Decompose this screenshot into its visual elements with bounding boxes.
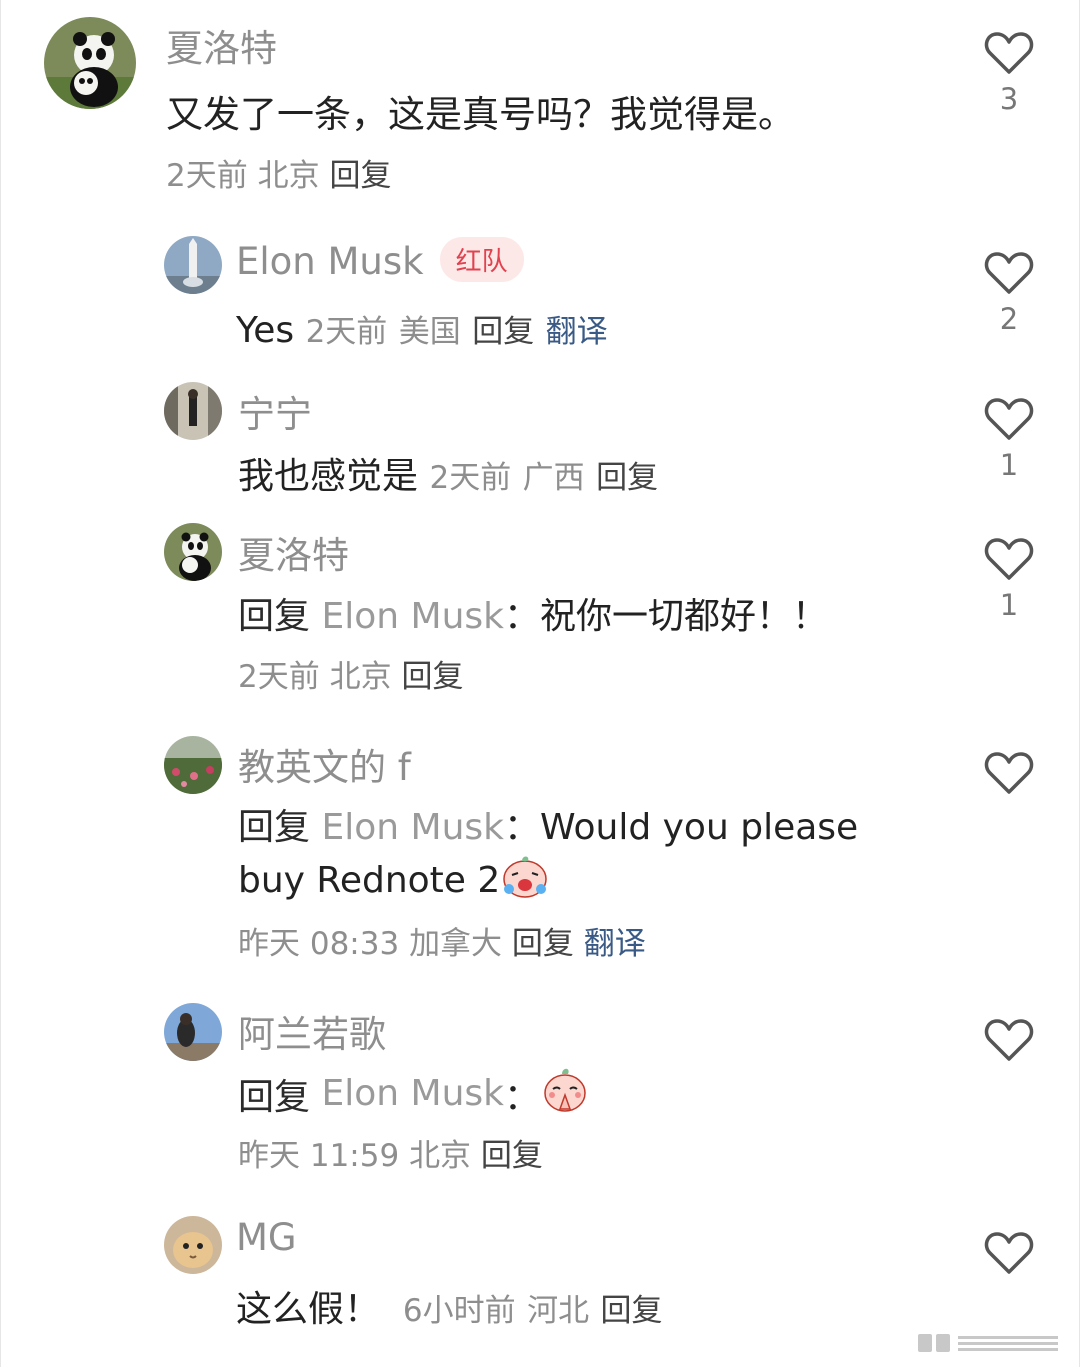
reply-text: 这么假！ bbox=[236, 1289, 381, 1330]
reply-button[interactable]: 回复 bbox=[472, 306, 534, 351]
heart-icon bbox=[984, 538, 1034, 580]
reply-button[interactable]: 回复 bbox=[601, 1285, 663, 1330]
reply-username[interactable]: 阿兰若歌 bbox=[238, 1004, 386, 1058]
rocket-avatar-icon[interactable] bbox=[164, 236, 222, 294]
reply-button[interactable]: 回复 bbox=[596, 452, 658, 497]
comment-username[interactable]: 夏洛特 bbox=[166, 18, 277, 72]
comment-time: 2天前 bbox=[166, 158, 248, 194]
reply-colon: ： bbox=[503, 807, 540, 848]
team-badge: 红队 bbox=[439, 237, 524, 282]
reply-username[interactable]: Elon Musk bbox=[236, 240, 424, 283]
reply-location: 美国 bbox=[398, 314, 461, 350]
reply-username[interactable]: MG bbox=[236, 1216, 297, 1259]
reply-username[interactable]: 宁宁 bbox=[238, 384, 312, 438]
cat-avatar-icon[interactable] bbox=[164, 1216, 222, 1274]
photo-avatar-icon[interactable] bbox=[164, 382, 222, 440]
reply-header: Elon Musk 红队 bbox=[236, 237, 524, 286]
reply-text-line: 回复 Elon Musk ： Would you please bbox=[238, 798, 858, 850]
reply-text: 我也感觉是 bbox=[238, 456, 419, 497]
panda-avatar-icon[interactable] bbox=[44, 17, 136, 109]
crying-emoji-icon bbox=[500, 853, 550, 908]
reply-button[interactable]: 回复 bbox=[512, 918, 574, 963]
comment-text-line: 又发了一条，这是真号吗？我觉得是。 bbox=[166, 84, 795, 138]
reply-text-line-2: buy Rednote 2 bbox=[238, 853, 550, 908]
heart-icon bbox=[984, 1232, 1034, 1274]
left-border bbox=[0, 0, 1, 1367]
comment-meta: 2天前 北京 回复 bbox=[166, 150, 391, 195]
reply-button[interactable]: 回复 bbox=[401, 651, 463, 696]
watermark-logo bbox=[918, 1330, 1068, 1360]
reply-colon: ： bbox=[503, 596, 540, 637]
heart-icon bbox=[984, 32, 1034, 74]
reply-time: 昨天 11:59 bbox=[238, 1138, 400, 1174]
reply-time: 昨天 08:33 bbox=[238, 926, 400, 962]
reply-text: Yes bbox=[236, 310, 295, 351]
reply-prefix: 回复 bbox=[238, 596, 311, 637]
reply-location: 北京 bbox=[409, 1138, 472, 1174]
reply-button[interactable]: 回复 bbox=[329, 150, 391, 195]
reply-time: 2天前 bbox=[429, 460, 512, 496]
reply-text-line: 我也感觉是 2天前 广西 回复 bbox=[238, 447, 658, 499]
garden-avatar-icon[interactable] bbox=[164, 736, 222, 794]
reply-text-line: 回复 Elon Musk ： 祝你一切都好！！ bbox=[238, 587, 828, 639]
reply-text-line: 这么假！ 6小时前 河北 回复 bbox=[236, 1280, 663, 1332]
like-button[interactable] bbox=[984, 750, 1034, 796]
comment-location: 北京 bbox=[257, 158, 320, 194]
sky-avatar-icon[interactable] bbox=[164, 1003, 222, 1061]
reply-text-continued: buy Rednote 2 bbox=[238, 860, 501, 901]
reply-location: 北京 bbox=[329, 659, 392, 695]
reply-prefix: 回复 bbox=[238, 807, 311, 848]
like-count: 1 bbox=[999, 588, 1019, 622]
reply-text: 祝你一切都好！！ bbox=[540, 596, 829, 637]
heart-icon bbox=[984, 752, 1034, 794]
reply-target-user[interactable]: Elon Musk bbox=[321, 1073, 504, 1114]
reply-time: 2天前 bbox=[238, 659, 320, 695]
translate-button[interactable]: 翻译 bbox=[546, 306, 608, 351]
translate-button[interactable]: 翻译 bbox=[584, 918, 646, 963]
reply-meta: 2天前 北京 回复 bbox=[238, 651, 463, 696]
like-count: 3 bbox=[999, 82, 1019, 116]
reply-text-line: Yes 2天前 美国 回复 翻译 bbox=[236, 306, 608, 351]
like-count: 1 bbox=[999, 448, 1019, 482]
comment-text: 又发了一条，这是真号吗？我觉得是。 bbox=[166, 93, 795, 136]
reply-text-line: 回复 Elon Musk ： bbox=[238, 1065, 590, 1122]
like-button[interactable]: 1 bbox=[984, 396, 1034, 482]
reply-meta: 昨天 08:33 加拿大 回复 翻译 bbox=[238, 918, 646, 963]
reply-time: 2天前 bbox=[305, 314, 388, 350]
heart-icon bbox=[984, 398, 1034, 440]
reply-location: 加拿大 bbox=[409, 926, 503, 962]
like-button[interactable]: 1 bbox=[984, 536, 1034, 622]
reply-time: 6小时前 bbox=[402, 1293, 516, 1329]
reply-text: Would you please bbox=[540, 807, 859, 848]
heart-icon bbox=[984, 1019, 1034, 1061]
like-button[interactable] bbox=[984, 1017, 1034, 1063]
reply-location: 广西 bbox=[522, 460, 585, 496]
reply-target-user[interactable]: Elon Musk bbox=[321, 807, 504, 848]
reply-target-user[interactable]: Elon Musk bbox=[321, 596, 504, 637]
reply-username[interactable]: 教英文的 f bbox=[238, 737, 411, 791]
like-count: 2 bbox=[999, 302, 1019, 336]
heart-icon bbox=[984, 252, 1034, 294]
praying-emoji-icon bbox=[540, 1065, 590, 1122]
like-button[interactable]: 2 bbox=[984, 250, 1034, 336]
reply-meta: 昨天 11:59 北京 回复 bbox=[238, 1130, 543, 1175]
panda-avatar-icon[interactable] bbox=[164, 523, 222, 581]
reply-button[interactable]: 回复 bbox=[481, 1130, 543, 1175]
reply-colon: ： bbox=[503, 1076, 540, 1118]
reply-prefix: 回复 bbox=[238, 1076, 311, 1118]
like-button[interactable] bbox=[984, 1230, 1034, 1276]
like-button[interactable]: 3 bbox=[984, 30, 1034, 116]
reply-location: 河北 bbox=[527, 1293, 590, 1329]
reply-username[interactable]: 夏洛特 bbox=[238, 525, 349, 579]
